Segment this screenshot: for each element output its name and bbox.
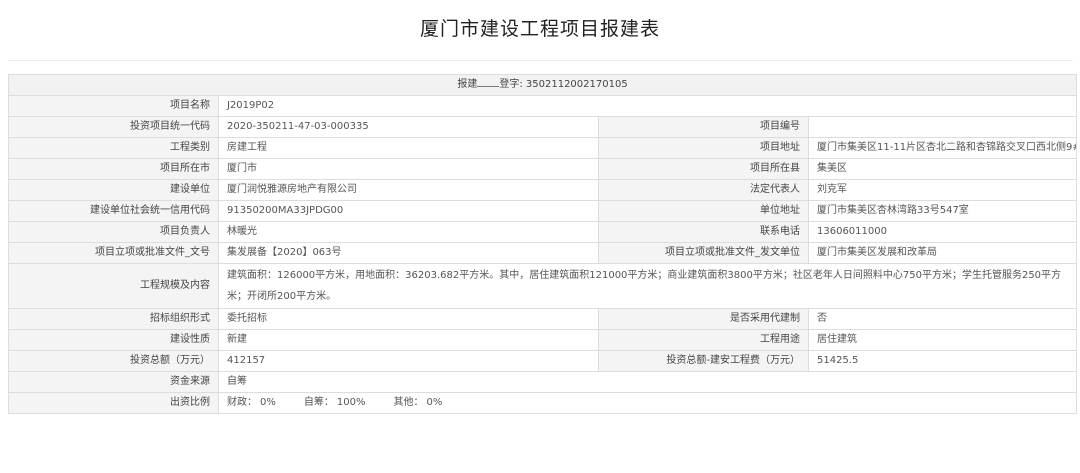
scale-value: 建筑面积：126000平方米，用地面积：36203.682平方米。其中，居住建筑… <box>217 263 1078 309</box>
table-row: 项目立项或批准文件_文号 集发展备【2020】063号 项目立项或批准文件_发文… <box>8 242 1078 264</box>
fiscal-value: 0% <box>260 397 276 408</box>
construction-nature-label: 建设性质 <box>8 329 219 351</box>
phone-label: 联系电话 <box>598 221 809 243</box>
table-row: 资金来源 自筹 <box>8 371 1078 393</box>
other-label: 其他： <box>393 397 424 408</box>
self-funded-value: 100% <box>336 397 366 408</box>
table-row: 建设单位 厦门润悦雅源房地产有限公司 法定代表人 刘克军 <box>8 179 1078 201</box>
construction-nature-value: 新建 <box>218 329 599 351</box>
county-label: 项目所在县 <box>598 158 809 180</box>
approval-doc-value: 集发展备【2020】063号 <box>218 242 599 264</box>
purpose-label: 工程用途 <box>598 329 809 351</box>
table-row: 投资项目统一代码 2020-350211-47-03-000335 项目编号 <box>8 116 1078 138</box>
table-row: 建设单位社会统一信用代码 91350200MA33JPDG00 单位地址 厦门市… <box>8 200 1078 222</box>
engineering-type-label: 工程类别 <box>8 137 219 159</box>
project-address-value: 厦门市集美区11-11片区杏北二路和杏锦路交叉口西北侧9# <box>807 137 1078 159</box>
tender-form-value: 委托招标 <box>218 308 599 330</box>
funding-ratio-value: 财政： 0% 自筹： 100% 其他： 0% <box>217 392 1078 414</box>
table-row: 项目名称 J2019P02 <box>8 95 1078 117</box>
agent-system-label: 是否采用代建制 <box>598 308 809 330</box>
table-row: 项目负责人 林暖光 联系电话 13606011000 <box>8 221 1078 243</box>
builder-value: 厦门润悦雅源房地产有限公司 <box>218 179 599 201</box>
credit-code-value: 91350200MA33JPDG00 <box>218 200 599 222</box>
project-number-value <box>807 116 1078 138</box>
registration-table: 报建 登字: 3502112002170105 项目名称 J2019P02 投资项… <box>7 74 1078 414</box>
approval-unit-label: 项目立项或批准文件_发文单位 <box>598 242 809 264</box>
approval-unit-value: 厦门市集美区发展和改革局 <box>807 242 1078 264</box>
registration-number: 报建 登字: 3502112002170105 <box>7 74 1078 96</box>
title-divider <box>8 60 1073 61</box>
build-cost-label: 投资总额-建安工程费（万元） <box>598 350 809 372</box>
total-investment-value: 412157 <box>218 350 599 372</box>
table-row: 工程类别 房建工程 项目地址 厦门市集美区11-11片区杏北二路和杏锦路交叉口西… <box>8 137 1078 159</box>
county-value: 集美区 <box>807 158 1078 180</box>
investment-code-label: 投资项目统一代码 <box>8 116 219 138</box>
city-label: 项目所在市 <box>8 158 219 180</box>
project-name-label: 项目名称 <box>8 95 219 117</box>
registration-prefix: 报建 <box>457 79 478 90</box>
total-investment-label: 投资总额（万元） <box>8 350 219 372</box>
funding-ratio-label: 出资比例 <box>8 392 219 414</box>
project-name-value: J2019P02 <box>217 95 1078 117</box>
fiscal-label: 财政： <box>227 397 257 408</box>
project-lead-label: 项目负责人 <box>8 221 219 243</box>
legal-rep-label: 法定代表人 <box>598 179 809 201</box>
project-address-label: 项目地址 <box>598 137 809 159</box>
table-row: 工程规模及内容 建筑面积：126000平方米，用地面积：36203.682平方米… <box>8 263 1078 309</box>
table-row: 招标组织形式 委托招标 是否采用代建制 否 <box>8 308 1078 330</box>
city-value: 厦门市 <box>218 158 599 180</box>
agent-system-value: 否 <box>807 308 1078 330</box>
unit-address-label: 单位地址 <box>598 200 809 222</box>
project-lead-value: 林暖光 <box>218 221 599 243</box>
phone-value: 13606011000 <box>807 221 1078 243</box>
table-row: 出资比例 财政： 0% 自筹： 100% 其他： 0% <box>8 392 1078 414</box>
funding-source-label: 资金来源 <box>8 371 219 393</box>
build-cost-value: 51425.5 <box>807 350 1078 372</box>
other-value: 0% <box>426 397 443 408</box>
registration-suffix: 登字: 3502112002170105 <box>499 79 628 90</box>
table-header-row: 报建 登字: 3502112002170105 <box>7 74 1078 96</box>
table-row: 投资总额（万元） 412157 投资总额-建安工程费（万元） 51425.5 <box>8 350 1078 372</box>
unit-address-value: 厦门市集美区杏林湾路33号547室 <box>807 200 1078 222</box>
purpose-value: 居住建筑 <box>807 329 1078 351</box>
blank-underline <box>477 77 500 87</box>
builder-label: 建设单位 <box>8 179 219 201</box>
page-title: 厦门市建设工程项目报建表 <box>419 18 660 40</box>
legal-rep-value: 刘克军 <box>807 179 1078 201</box>
funding-source-value: 自筹 <box>217 371 1078 393</box>
table-row: 建设性质 新建 工程用途 居住建筑 <box>8 329 1078 351</box>
table-row: 项目所在市 厦门市 项目所在县 集美区 <box>8 158 1078 180</box>
engineering-type-value: 房建工程 <box>218 137 599 159</box>
investment-code-value: 2020-350211-47-03-000335 <box>218 116 599 138</box>
approval-doc-label: 项目立项或批准文件_文号 <box>8 242 219 264</box>
self-funded-label: 自筹： <box>303 397 334 408</box>
scale-label: 工程规模及内容 <box>8 263 219 309</box>
project-number-label: 项目编号 <box>598 116 809 138</box>
tender-form-label: 招标组织形式 <box>8 308 219 330</box>
credit-code-label: 建设单位社会统一信用代码 <box>8 200 219 222</box>
